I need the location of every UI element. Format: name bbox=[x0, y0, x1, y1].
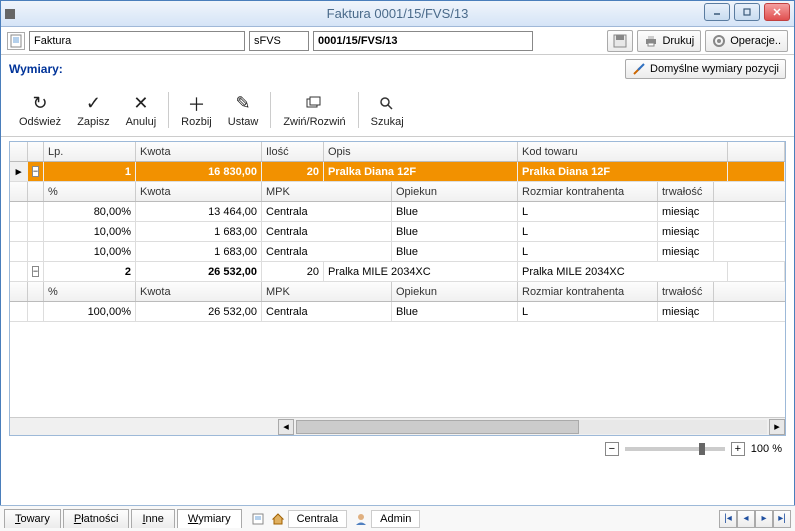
search-icon bbox=[379, 92, 395, 116]
scroll-left-button[interactable]: ◂ bbox=[278, 419, 294, 435]
home-icon[interactable] bbox=[270, 511, 286, 527]
separator bbox=[270, 92, 271, 128]
x-icon: ✕ bbox=[133, 92, 148, 116]
separator bbox=[358, 92, 359, 128]
doc-prefix-field[interactable] bbox=[249, 31, 309, 51]
grid-subheader-row: % Kwota MPK Opiekun Rozmiar kontrahenta … bbox=[10, 282, 785, 302]
cancel-button[interactable]: ✕Anuluj bbox=[118, 92, 165, 128]
table-row[interactable]: 10,00% 1 683,00 Centrala Blue L miesiąc bbox=[10, 222, 785, 242]
col-opis[interactable]: Opis bbox=[324, 142, 518, 161]
record-nav: |◂ ◂ ▸ ▸| bbox=[719, 510, 791, 528]
col-kod[interactable]: Kod towaru bbox=[518, 142, 728, 161]
user-icon[interactable] bbox=[353, 511, 369, 527]
refresh-button[interactable]: ↻Odśwież bbox=[11, 92, 69, 128]
titlebar: Faktura 0001/15/FVS/13 bbox=[1, 1, 794, 27]
refresh-icon: ↻ bbox=[33, 92, 48, 116]
print-label: Drukuj bbox=[662, 35, 694, 47]
separator bbox=[168, 92, 169, 128]
nav-next-button[interactable]: ▸ bbox=[755, 510, 773, 528]
collapse-icon[interactable]: − bbox=[32, 266, 39, 277]
document-icon bbox=[7, 32, 25, 50]
tab-platnosci[interactable]: Płatności bbox=[63, 509, 130, 528]
grid-subheader-row: % Kwota MPK Opiekun Rozmiar kontrahenta … bbox=[10, 182, 785, 202]
data-grid[interactable]: Lp. Kwota Ilość Opis Kod towaru ▸ − 1 16… bbox=[10, 142, 785, 417]
col-kwota[interactable]: Kwota bbox=[136, 142, 262, 161]
stack-icon bbox=[305, 92, 323, 116]
gear-icon bbox=[712, 34, 726, 48]
save-icon-button[interactable] bbox=[607, 30, 633, 52]
nav-first-button[interactable]: |◂ bbox=[719, 510, 737, 528]
set-button[interactable]: ✎Ustaw bbox=[220, 92, 267, 128]
app-icon bbox=[5, 9, 15, 19]
group-row[interactable]: − 2 26 532,00 20 Pralka MILE 2034XC Pral… bbox=[10, 262, 785, 282]
close-button[interactable] bbox=[764, 3, 790, 21]
zoom-slider[interactable] bbox=[625, 447, 725, 451]
operations-button[interactable]: Operacje.. bbox=[705, 30, 788, 52]
window-title: Faktura 0001/15/FVS/13 bbox=[327, 6, 469, 21]
zoom-control: − + 100 % bbox=[1, 436, 794, 462]
action-toolbar: ↻Odśwież ✓Zapisz ✕Anuluj ＋Rozbij ✎Ustaw … bbox=[1, 83, 794, 137]
status-user: Admin bbox=[371, 510, 420, 528]
zoom-value: 100 % bbox=[751, 443, 782, 455]
table-row[interactable]: 80,00% 13 464,00 Centrala Blue L miesiąc bbox=[10, 202, 785, 222]
tab-wymiary[interactable]: Wymiary bbox=[177, 509, 242, 528]
table-row[interactable]: 10,00% 1 683,00 Centrala Blue L miesiąc bbox=[10, 242, 785, 262]
zoom-in-button[interactable]: + bbox=[731, 442, 745, 456]
plus-icon: ＋ bbox=[187, 92, 205, 116]
col-ilosc[interactable]: Ilość bbox=[262, 142, 324, 161]
printer-icon bbox=[644, 34, 658, 48]
bottom-bar: Towary Płatności Inne Wymiary Centrala A… bbox=[0, 505, 795, 531]
scroll-right-button[interactable]: ▸ bbox=[769, 419, 785, 435]
operations-label: Operacje.. bbox=[730, 35, 781, 47]
tab-inne[interactable]: Inne bbox=[131, 509, 174, 528]
zoom-out-button[interactable]: − bbox=[605, 442, 619, 456]
grid-header-row: Lp. Kwota Ilość Opis Kod towaru bbox=[10, 142, 785, 162]
doc-type-field[interactable] bbox=[29, 31, 245, 51]
nav-prev-button[interactable]: ◂ bbox=[737, 510, 755, 528]
split-button[interactable]: ＋Rozbij bbox=[173, 92, 220, 128]
section-title: Wymiary: bbox=[9, 62, 63, 76]
note-icon[interactable] bbox=[250, 511, 266, 527]
minimize-button[interactable] bbox=[704, 3, 730, 21]
top-toolbar: Drukuj Operacje.. bbox=[1, 27, 794, 55]
search-button[interactable]: Szukaj bbox=[363, 92, 412, 128]
collapse-button[interactable]: Zwiń/Rozwiń bbox=[275, 92, 353, 128]
nav-last-button[interactable]: ▸| bbox=[773, 510, 791, 528]
edit-icon: ✎ bbox=[235, 92, 250, 116]
col-lp[interactable]: Lp. bbox=[44, 142, 136, 161]
tools-icon bbox=[632, 62, 646, 76]
check-icon: ✓ bbox=[86, 92, 101, 116]
print-button[interactable]: Drukuj bbox=[637, 30, 701, 52]
group-row[interactable]: ▸ − 1 16 830,00 20 Pralka Diana 12F Pral… bbox=[10, 162, 785, 182]
doc-number-field[interactable] bbox=[313, 31, 533, 51]
status-location: Centrala bbox=[288, 510, 348, 528]
default-dimensions-label: Domyślne wymiary pozycji bbox=[650, 63, 779, 75]
save-button[interactable]: ✓Zapisz bbox=[69, 92, 117, 128]
scroll-thumb[interactable] bbox=[296, 420, 579, 434]
tab-towary[interactable]: Towary bbox=[4, 509, 61, 528]
maximize-button[interactable] bbox=[734, 3, 760, 21]
default-dimensions-button[interactable]: Domyślne wymiary pozycji bbox=[625, 59, 786, 79]
collapse-icon[interactable]: − bbox=[32, 166, 39, 177]
grid-container: Lp. Kwota Ilość Opis Kod towaru ▸ − 1 16… bbox=[9, 141, 786, 436]
table-row[interactable]: 100,00% 26 532,00 Centrala Blue L miesią… bbox=[10, 302, 785, 322]
section-header: Wymiary: Domyślne wymiary pozycji bbox=[1, 55, 794, 83]
horizontal-scrollbar[interactable]: ◂ ▸ bbox=[10, 417, 785, 435]
